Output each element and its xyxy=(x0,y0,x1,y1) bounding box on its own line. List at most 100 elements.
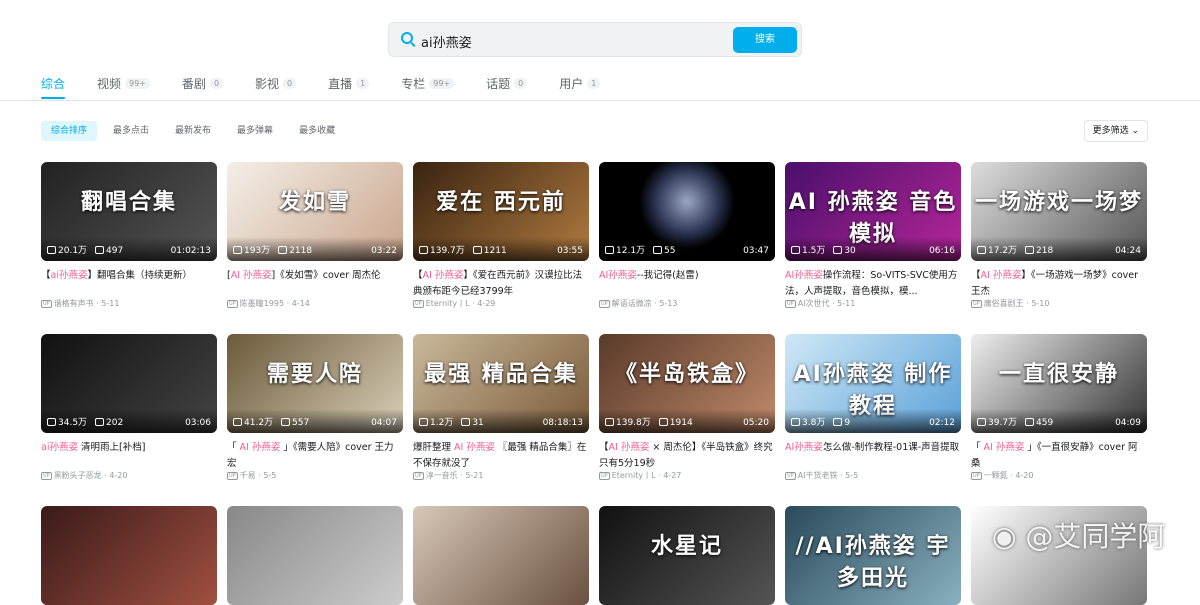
tab-2[interactable]: 番剧 0 xyxy=(182,75,224,91)
video-title[interactable]: AI孙燕姿操作流程：So-VITS-SVC使用方法，人声提取，音色模拟，模... xyxy=(785,268,961,300)
video-stats: 1.2万 31 08:18:13 xyxy=(413,409,589,433)
play-count-icon xyxy=(233,418,242,426)
video-thumbnail[interactable]: 34.5万 202 03:06 xyxy=(41,334,217,433)
uploader-name[interactable]: AI次世代 xyxy=(798,299,830,308)
tab-label: 直播 xyxy=(328,76,353,91)
video-meta: UP AI干货老铁 · 5-5 xyxy=(785,471,859,480)
tab-0[interactable]: 综合 xyxy=(41,75,66,99)
video-title[interactable]: 【AI 孙燕姿】《一场游戏一场梦》cover 王杰 xyxy=(971,268,1147,300)
up-icon: UP xyxy=(785,472,796,480)
video-thumbnail[interactable]: 《半岛铁盒》 139.8万 1914 05:20 xyxy=(599,334,775,433)
title-keyword: AI 孙燕姿 xyxy=(980,270,1022,281)
more-filters-button[interactable]: 更多筛选 ⌄ xyxy=(1083,120,1148,142)
video-title[interactable]: AI孙燕姿--我记得(赵雷) xyxy=(599,268,775,284)
video-thumbnail[interactable]: 翻唱合集 20.1万 497 01:02:13 xyxy=(41,162,217,261)
publish-date: 5-10 xyxy=(1031,299,1050,308)
video-card[interactable] xyxy=(41,506,217,605)
video-title[interactable]: 爆肝整理 AI 孙燕姿 〖最强 精品合集〗在不保存就没了 xyxy=(413,440,589,472)
video-title[interactable]: 【AI 孙燕姿】《爱在西元前》汉谟拉比法典颁布距今已经3799年 xyxy=(413,268,589,300)
video-card[interactable]: 34.5万 202 03:06 ai孙燕姿 清明雨上[补档] UP 黑粉头子恶龙 ·… xyxy=(41,334,217,480)
uploader-name[interactable]: 谐格有声书 xyxy=(54,299,94,308)
play-count-icon xyxy=(605,418,614,426)
duration: 03:55 xyxy=(557,246,583,256)
video-thumbnail[interactable] xyxy=(41,506,217,605)
uploader-name[interactable]: 解语话微凉 xyxy=(612,299,652,308)
video-card[interactable]: AI 孙燕姿 音色模拟 1.5万 30 06:16 AI孙燕姿操作流程：So-VI… xyxy=(785,162,961,308)
video-thumbnail[interactable]: AI孙燕姿 制作教程 3.8万 9 02:12 xyxy=(785,334,961,433)
video-card[interactable] xyxy=(413,506,589,605)
uploader-name[interactable]: 淳一音乐 xyxy=(426,471,458,480)
play-count-icon xyxy=(419,246,428,254)
uploader-name[interactable]: 陈墨瞳1995 xyxy=(240,299,284,308)
tab-3[interactable]: 影视 0 xyxy=(255,75,297,91)
uploader-name[interactable]: 一颗氮 xyxy=(984,471,1008,480)
watermark: ◉ @艾同学阿 xyxy=(992,515,1165,555)
video-thumbnail[interactable]: 一直很安静 39.7万 459 04:09 xyxy=(971,334,1147,433)
sort-option[interactable]: 最多收藏 xyxy=(289,121,345,141)
video-card[interactable]: 发如雪 193万 2118 03:22 [AI 孙燕姿]《发如雪》cover 周杰… xyxy=(227,162,403,308)
sort-option[interactable]: 最多点击 xyxy=(103,121,159,141)
video-title[interactable]: ai孙燕姿 清明雨上[补档] xyxy=(41,440,217,456)
video-title[interactable]: 「 AI 孙燕姿 」《一直很安静》cover 阿桑 xyxy=(971,440,1147,472)
tab-7[interactable]: 用户 1 xyxy=(559,75,601,91)
play-count: 20.1万 xyxy=(58,246,88,256)
video-thumbnail[interactable]: 水星记 xyxy=(599,506,775,605)
danmaku-count: 30 xyxy=(844,246,856,256)
search-icon xyxy=(401,32,413,44)
video-thumbnail[interactable]: 一场游戏一场梦 17.2万 218 04:24 xyxy=(971,162,1147,261)
video-title[interactable]: AI孙燕姿怎么做-制作教程-01课-声音提取 xyxy=(785,440,961,456)
video-thumbnail[interactable]: AI 孙燕姿 音色模拟 1.5万 30 06:16 xyxy=(785,162,961,261)
video-card[interactable]: 一场游戏一场梦 17.2万 218 04:24 【AI 孙燕姿】《一场游戏一场梦》… xyxy=(971,162,1147,308)
tab-1[interactable]: 视频 99+ xyxy=(97,75,150,91)
danmaku-icon xyxy=(653,246,663,254)
video-card[interactable] xyxy=(227,506,403,605)
weibo-icon: ◉ xyxy=(992,520,1017,553)
video-thumbnail[interactable]: 最强 精品合集 1.2万 31 08:18:13 xyxy=(413,334,589,433)
video-thumbnail[interactable]: 12.1万 55 03:47 xyxy=(599,162,775,261)
video-thumbnail[interactable] xyxy=(227,506,403,605)
video-card[interactable]: 《半岛铁盒》 139.8万 1914 05:20 【AI 孙燕姿 × 周杰伦】《半… xyxy=(599,334,775,480)
video-card[interactable]: 一直很安静 39.7万 459 04:09 「 AI 孙燕姿 」《一直很安静》co… xyxy=(971,334,1147,480)
uploader-name[interactable]: 黑粉头子恶龙 xyxy=(54,471,102,480)
uploader-name[interactable]: Eternity丨L xyxy=(426,299,470,308)
danmaku-count: 202 xyxy=(106,418,124,428)
video-card[interactable]: //AI孙燕姿 宇多田光 xyxy=(785,506,961,605)
video-card[interactable]: 爱在 西元前 139.7万 1211 03:55 【AI 孙燕姿】《爱在西元前》汉… xyxy=(413,162,589,308)
uploader-name[interactable]: AI干货老铁 xyxy=(798,471,838,480)
tab-label: 用户 xyxy=(559,76,584,91)
video-title[interactable]: 「 AI 孙燕姿 」《需要人陪》cover 王力宏 xyxy=(227,440,403,472)
sort-option[interactable]: 最新发布 xyxy=(165,121,221,141)
video-stats: 1.5万 30 06:16 xyxy=(785,237,961,261)
video-card[interactable]: 水星记 xyxy=(599,506,775,605)
publish-date: 4-14 xyxy=(291,299,310,308)
sort-option[interactable]: 最多弹幕 xyxy=(227,121,283,141)
video-thumbnail[interactable]: //AI孙燕姿 宇多田光 xyxy=(785,506,961,605)
video-title[interactable]: 【ai孙燕姿】翻唱合集（持续更新） xyxy=(41,268,217,284)
video-stats: 34.5万 202 03:06 xyxy=(41,409,217,433)
video-thumbnail[interactable]: 发如雪 193万 2118 03:22 xyxy=(227,162,403,261)
video-thumbnail[interactable]: 爱在 西元前 139.7万 1211 03:55 xyxy=(413,162,589,261)
video-card[interactable]: 最强 精品合集 1.2万 31 08:18:13 爆肝整理 AI 孙燕姿 〖最强 … xyxy=(413,334,589,480)
search-button[interactable]: 搜索 xyxy=(733,27,797,53)
uploader-name[interactable]: 庸俗喜剧王 xyxy=(984,299,1024,308)
video-card[interactable]: AI孙燕姿 制作教程 3.8万 9 02:12 AI孙燕姿怎么做-制作教程-01课… xyxy=(785,334,961,480)
title-keyword: AI孙燕姿 xyxy=(599,270,637,281)
tab-6[interactable]: 话题 0 xyxy=(486,75,528,91)
video-title[interactable]: 【AI 孙燕姿 × 周杰伦】《半岛铁盒》终究只有5分19秒 xyxy=(599,440,775,472)
search-input[interactable]: ai孙燕姿 xyxy=(421,32,472,51)
uploader-name[interactable]: 千易 xyxy=(240,471,256,480)
video-thumbnail[interactable] xyxy=(413,506,589,605)
video-thumbnail[interactable]: 需要人陪 41.2万 557 04:07 xyxy=(227,334,403,433)
video-title[interactable]: [AI 孙燕姿]《发如雪》cover 周杰伦 xyxy=(227,268,403,284)
tab-4[interactable]: 直播 1 xyxy=(328,75,370,91)
tab-5[interactable]: 专栏 99+ xyxy=(401,75,455,91)
video-card[interactable]: 12.1万 55 03:47 AI孙燕姿--我记得(赵雷) UP 解语话微凉 · 5… xyxy=(599,162,775,308)
uploader-name[interactable]: Eternity丨L xyxy=(612,471,656,480)
video-card[interactable]: 翻唱合集 20.1万 497 01:02:13 【ai孙燕姿】翻唱合集（持续更新）… xyxy=(41,162,217,308)
play-count-icon xyxy=(977,418,986,426)
thumbnail-caption: 需要人陪 xyxy=(266,362,363,387)
title-text: ]《发如雪》cover 周杰伦 xyxy=(271,270,381,281)
play-count-icon xyxy=(233,246,242,254)
sort-option[interactable]: 综合排序 xyxy=(41,121,98,141)
video-card[interactable]: 需要人陪 41.2万 557 04:07 「 AI 孙燕姿 」《需要人陪》cove… xyxy=(227,334,403,480)
